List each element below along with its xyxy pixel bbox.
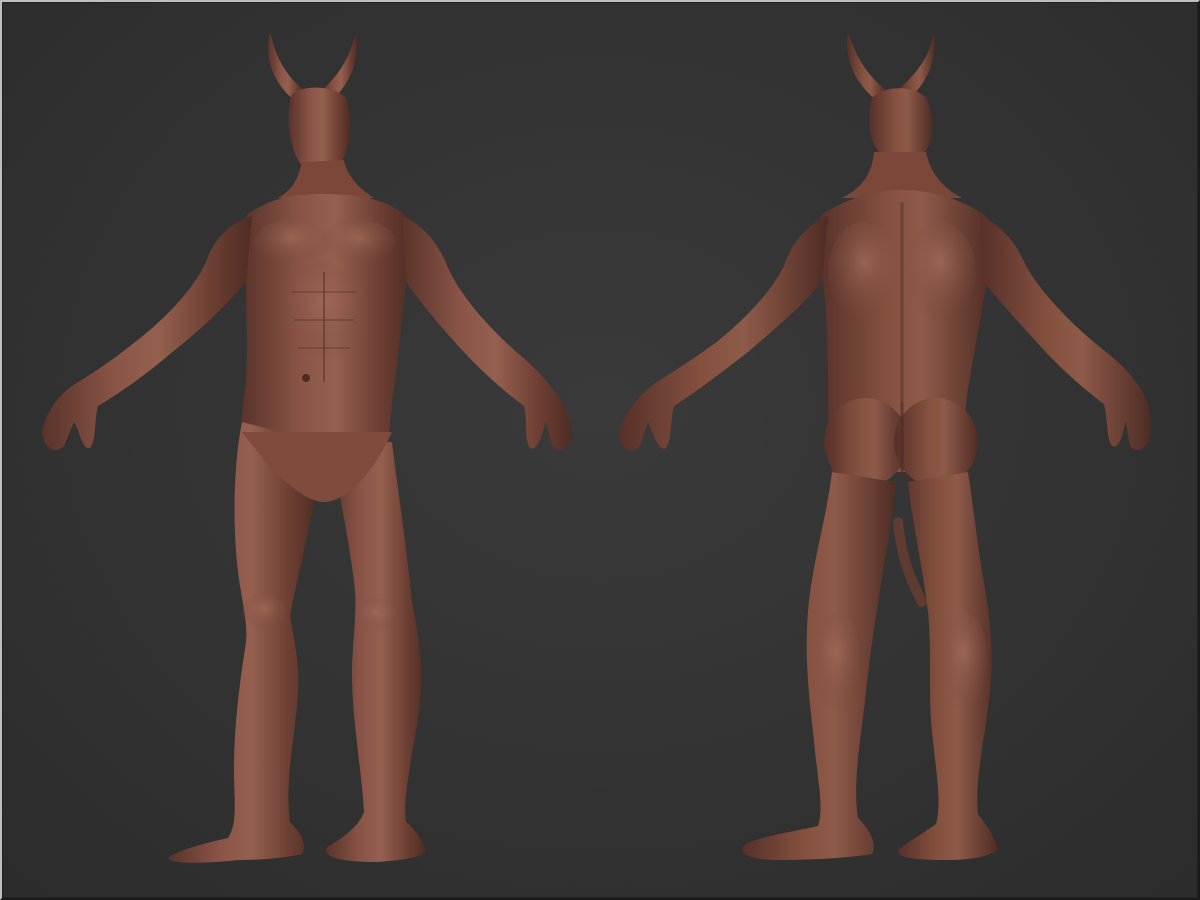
- front-left-horn: [268, 32, 304, 100]
- front-view: [42, 32, 572, 863]
- sculpt-render: [42, 32, 1151, 863]
- render-viewport: [0, 0, 1200, 900]
- back-head: [869, 88, 933, 154]
- back-right-arm: [980, 216, 1151, 450]
- front-neck: [278, 160, 374, 198]
- front-right-leg: [325, 442, 426, 862]
- front-right-arm: [402, 216, 572, 450]
- back-view: [618, 32, 1151, 860]
- back-left-horn: [847, 32, 886, 100]
- back-left-arm: [618, 216, 828, 451]
- front-left-arm: [42, 216, 252, 450]
